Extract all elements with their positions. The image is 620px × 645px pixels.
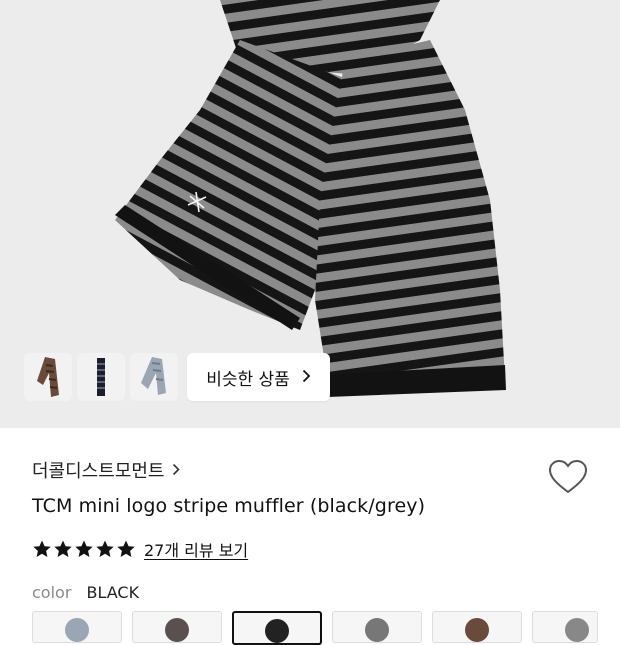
chevron-right-icon [302,367,311,388]
brand-link[interactable]: 더콜디스트모먼트 [32,450,620,490]
star-icon [96,540,114,557]
rating-row: 27개 리뷰 보기 [32,537,248,561]
brand-name: 더콜디스트모먼트 [32,461,165,482]
thumbnail-strip: 비슷한 상품 [24,353,330,401]
similar-products-label: 비슷한 상품 [206,369,290,390]
star-icon [117,540,135,557]
wishlist-button[interactable] [548,459,588,495]
star-icon [54,540,72,557]
chevron-right-icon [172,461,181,480]
product-title: TCM mini logo stripe muffler (black/grey… [32,495,426,517]
color-swatch[interactable] [132,611,222,643]
heart-icon [548,459,588,494]
color-swatch[interactable] [332,611,422,643]
star-icon [33,540,51,557]
color-value: BLACK [86,583,140,602]
color-swatch-selected[interactable] [232,611,322,645]
product-image[interactable]: 비슷한 상품 [0,0,620,428]
thumbnail-brown-scarf[interactable] [24,353,72,401]
color-swatch[interactable] [32,611,122,643]
color-swatch[interactable] [532,611,598,643]
star-icon [75,540,93,557]
similar-products-button[interactable]: 비슷한 상품 [187,353,330,401]
thumbnail-grey-blue-scarf[interactable] [130,353,178,401]
product-info: 더콜디스트모먼트 [32,450,620,490]
thumbnail-black-navy-scarf[interactable] [77,353,125,401]
color-row: color BLACK [32,583,139,602]
review-link[interactable]: 27개 리뷰 보기 [144,537,248,561]
color-swatches [32,611,598,645]
color-swatch[interactable] [432,611,522,643]
color-label: color [32,583,72,602]
star-rating [32,539,136,559]
